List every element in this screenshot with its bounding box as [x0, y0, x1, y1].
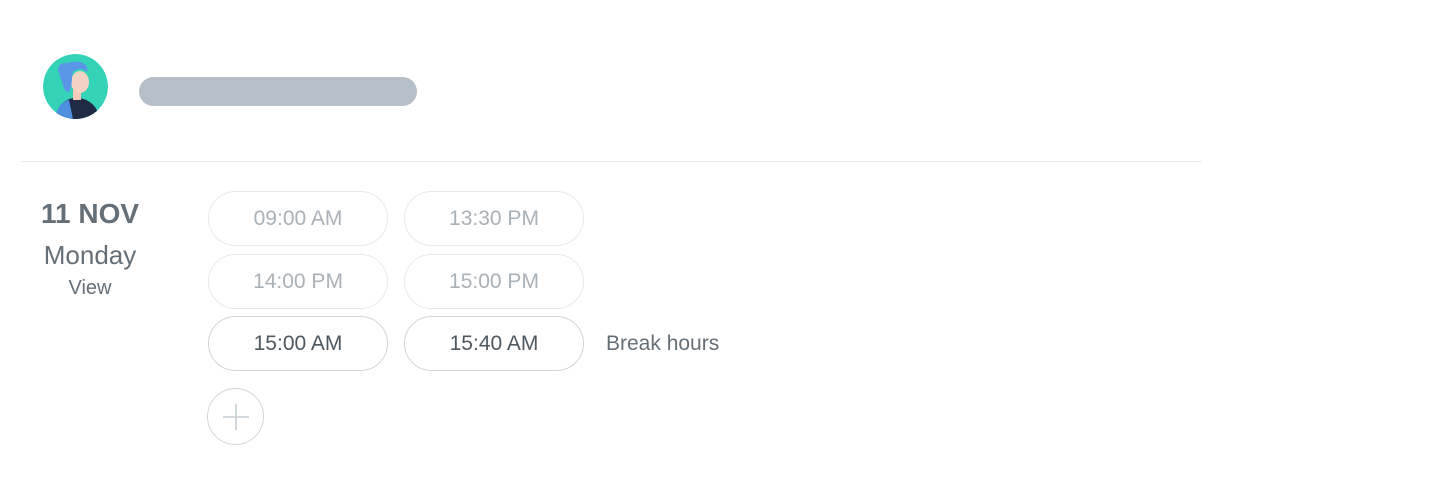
- add-slot-button[interactable]: [207, 388, 264, 445]
- view-link[interactable]: View: [20, 274, 160, 302]
- time-slot-button[interactable]: 14:00 PM: [208, 254, 388, 309]
- plus-icon: [223, 404, 249, 430]
- time-slot-button[interactable]: 15:00 PM: [404, 254, 584, 309]
- schedule-card: 11 NOV Monday View 09:00 AM 13:30 PM 14:…: [0, 0, 1453, 481]
- date-column: 11 NOV Monday View: [20, 196, 160, 302]
- break-hours-label: Break hours: [606, 332, 720, 355]
- user-avatar-icon: [43, 54, 108, 119]
- weekday-label: Monday: [43, 240, 137, 270]
- profile-name-placeholder: [139, 77, 417, 106]
- time-slot-button[interactable]: 15:00 AM: [208, 316, 388, 371]
- divider: [21, 161, 1202, 162]
- date-label: 11 NOV: [40, 198, 140, 229]
- time-slot-button[interactable]: 15:40 AM: [404, 316, 584, 371]
- time-slot-button[interactable]: 13:30 PM: [404, 191, 584, 246]
- time-slot-button[interactable]: 09:00 AM: [208, 191, 388, 246]
